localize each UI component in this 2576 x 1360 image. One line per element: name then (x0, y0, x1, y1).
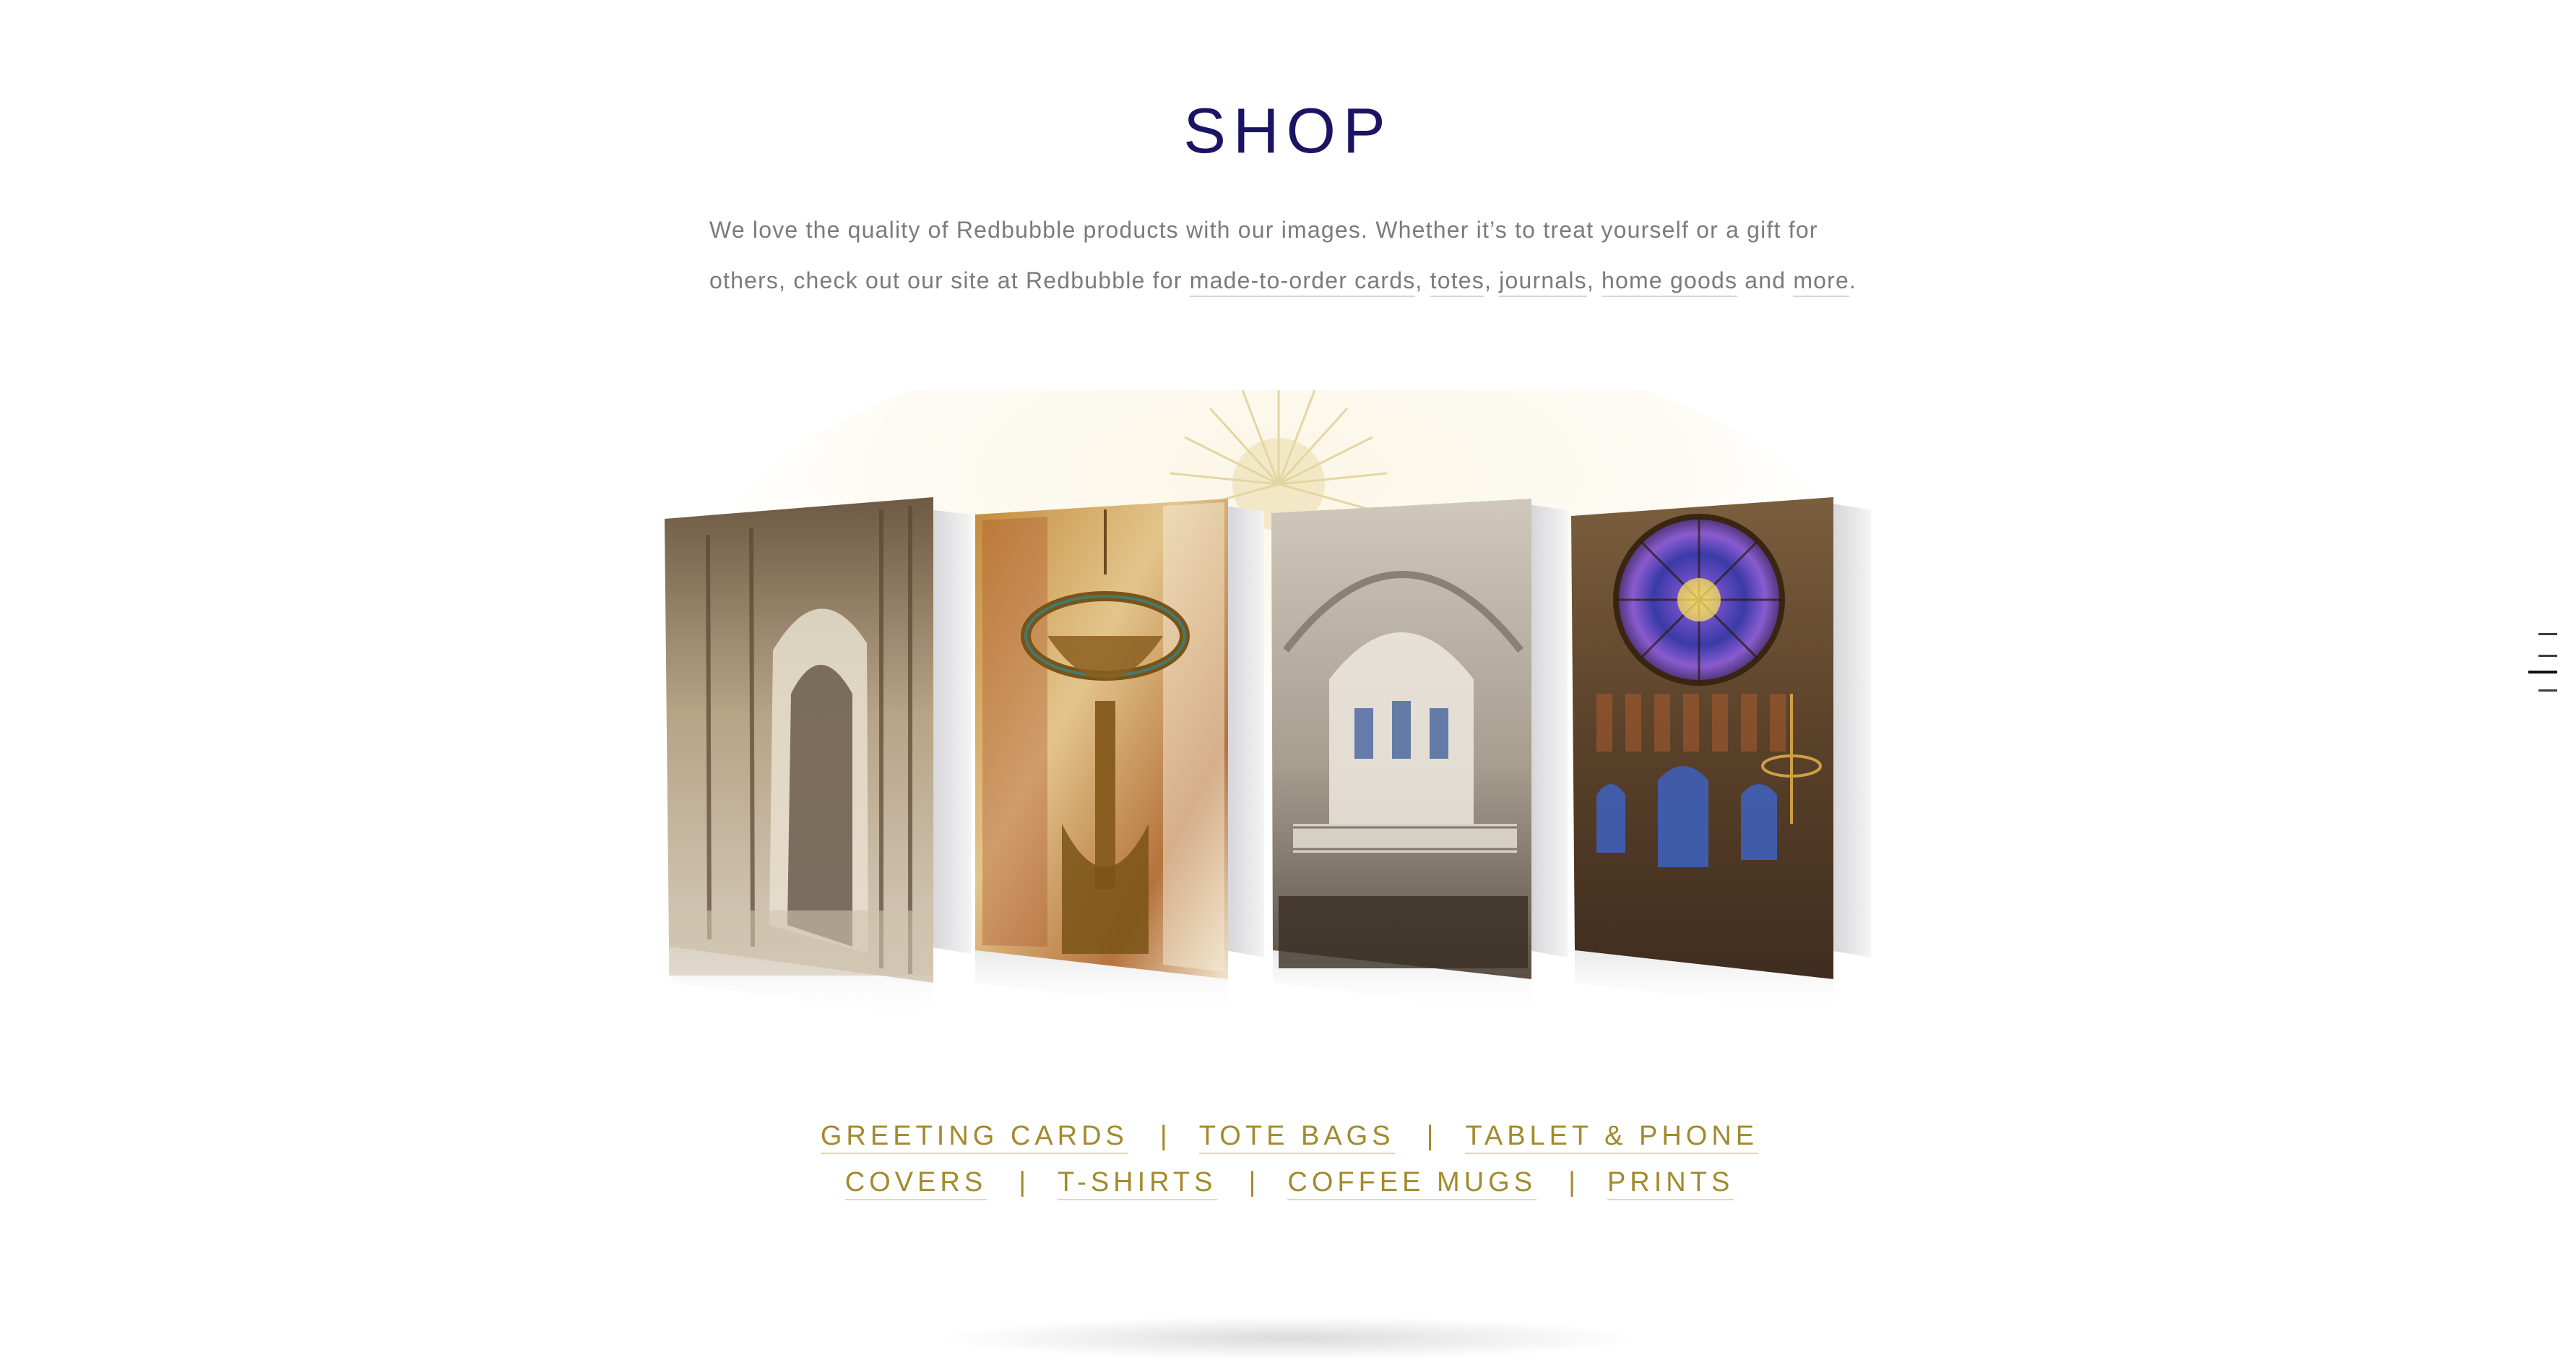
category-prints[interactable]: PRINTS (1607, 1167, 1734, 1200)
section-dot-2[interactable] (2538, 655, 2557, 657)
intro-separator: , (1586, 267, 1602, 293)
card-gothic-church-interior (1271, 499, 1568, 1015)
category-coffee-mugs[interactable]: COFFEE MUGS (1287, 1167, 1537, 1200)
category-links: GREETING CARDS | TOTE BAGS | TABLET & PHONE … (693, 1113, 1885, 1205)
link-totes[interactable]: totes (1430, 267, 1484, 297)
link-more[interactable]: more (1793, 267, 1850, 297)
greeting-cards-showcase[interactable] (643, 390, 1914, 1055)
section-dot-1[interactable] (2538, 633, 2557, 635)
category-separator: | (1248, 1167, 1256, 1197)
link-home-goods[interactable]: home goods (1602, 267, 1738, 297)
category-greeting-cards[interactable]: GREETING CARDS (820, 1121, 1128, 1154)
section-dot-4[interactable] (2538, 689, 2557, 692)
card-rose-window (1571, 497, 1871, 1015)
card-gold-chandelier (975, 499, 1264, 1015)
category-tote-bags[interactable]: TOTE BAGS (1198, 1121, 1395, 1154)
intro-separator: , (1415, 267, 1430, 293)
intro-paragraph: We love the quality of Redbubble product… (709, 205, 1865, 306)
intro-separator: , (1484, 267, 1500, 293)
link-made-to-order-cards[interactable]: made-to-order cards (1189, 267, 1416, 297)
next-section-shadow (946, 1317, 1633, 1360)
intro-period: . (1849, 267, 1857, 293)
category-separator: | (1426, 1121, 1434, 1151)
link-journals[interactable]: journals (1499, 267, 1587, 297)
card-cathedral-nave (665, 497, 972, 1019)
section-nav-dashes-icon[interactable] (2528, 633, 2557, 713)
intro-separator: and (1737, 267, 1794, 293)
category-separator: | (1019, 1167, 1026, 1197)
category-t-shirts[interactable]: T-SHIRTS (1058, 1167, 1217, 1200)
category-separator: | (1159, 1121, 1167, 1151)
section-dot-active[interactable] (2528, 671, 2557, 673)
page-title: SHOP (1183, 95, 1393, 166)
category-separator: | (1568, 1167, 1576, 1197)
